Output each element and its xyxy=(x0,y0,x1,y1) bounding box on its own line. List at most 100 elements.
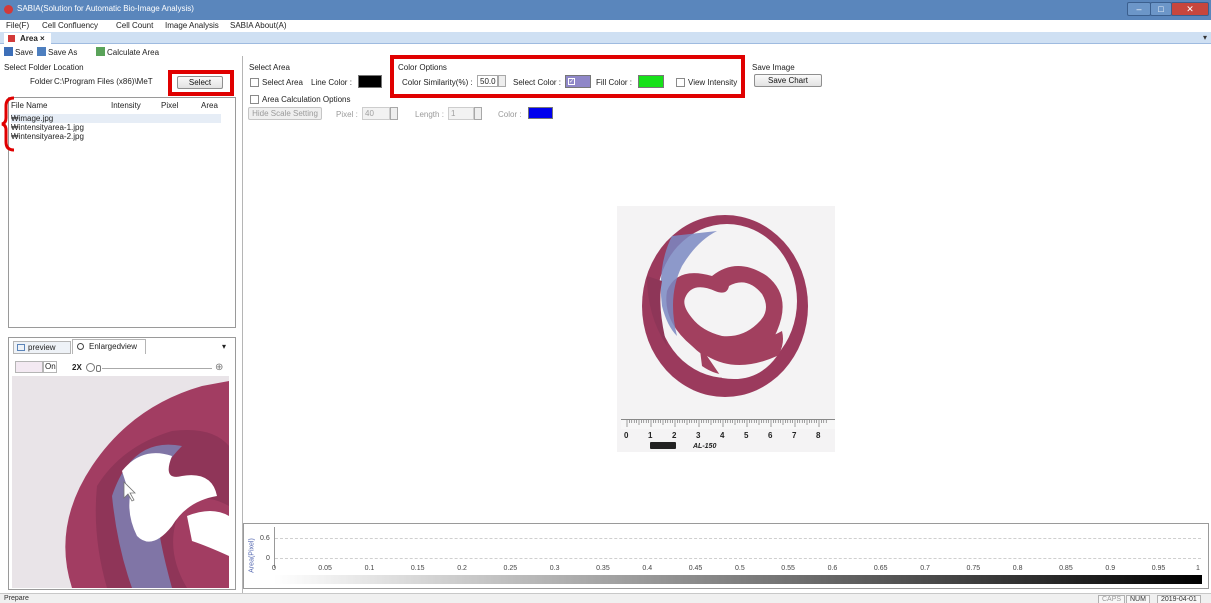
ruler-number: 0 xyxy=(624,431,629,440)
area-calculation-checkbox[interactable] xyxy=(250,95,259,104)
enlarged-view-image[interactable] xyxy=(12,376,229,588)
preview-icon xyxy=(17,344,25,351)
chart-x-tick: 0.1 xyxy=(364,565,375,572)
view-intensity-label: View Intensity xyxy=(688,78,738,87)
calculate-area-button[interactable]: Calculate Area xyxy=(96,47,159,57)
menu-bar: File(F) Cell Confluency Cell Count Image… xyxy=(0,20,1211,32)
analysis-image[interactable]: 0 1 2 3 4 5 6 7 8 AL-150 xyxy=(617,206,835,452)
color-similarity-spinner[interactable] xyxy=(498,75,506,87)
menu-image-analysis[interactable]: Image Analysis xyxy=(165,21,219,30)
list-item[interactable]: ₩intensityarea-2.jpg xyxy=(11,132,84,141)
save-label: Save xyxy=(15,48,34,57)
col-file-name[interactable]: File Name xyxy=(11,101,47,110)
num-indicator: NUM xyxy=(1126,595,1150,603)
length-input[interactable]: 1 xyxy=(448,107,474,120)
status-text: Prepare xyxy=(4,595,29,602)
intensity-area-chart: Area(Pixel) 0.6 0 0 0.05 0.1 0.15 0.2 0.25 0.3… xyxy=(243,523,1209,589)
chart-gridline xyxy=(275,538,1201,539)
preview-dropdown-icon[interactable]: ▾ xyxy=(222,342,226,351)
view-intensity-checkbox[interactable] xyxy=(676,78,685,87)
file-list-brace xyxy=(1,96,15,152)
ruler-number: 5 xyxy=(744,431,749,440)
chart-x-tick: 0.25 xyxy=(503,565,518,572)
tab-preview[interactable]: preview xyxy=(13,341,71,354)
area-calculation-label: Area Calculation Options xyxy=(262,95,351,104)
chart-x-tick: 0.75 xyxy=(966,565,981,572)
enlarged-tissue-image xyxy=(12,376,229,588)
list-item[interactable]: ₩image.jpg xyxy=(11,114,221,123)
chart-x-axis: 0 0.05 0.1 0.15 0.2 0.25 0.3 0.35 0.4 0.45 0.5 0.55… xyxy=(272,565,1200,574)
col-intensity[interactable]: Intensity xyxy=(111,101,141,110)
col-area[interactable]: Area xyxy=(201,101,218,110)
line-color-label: Line Color : xyxy=(311,78,352,87)
ruler-number: 6 xyxy=(768,431,773,440)
toggle-swatch[interactable] xyxy=(15,361,43,373)
chart-x-tick: 0.55 xyxy=(781,565,795,572)
app-icon xyxy=(4,5,13,14)
save-image-section-label: Save Image xyxy=(752,63,795,72)
chart-x-tick: 0.85 xyxy=(1059,565,1073,572)
chart-x-tick: 0.65 xyxy=(873,565,888,572)
fill-color-label: Fill Color : xyxy=(596,78,633,87)
select-area-checkbox[interactable] xyxy=(250,78,259,87)
pixel-spinner[interactable] xyxy=(390,107,398,120)
hide-scale-setting-button[interactable]: Hide Scale Setting xyxy=(248,107,322,120)
status-bar: Prepare CAPS NUM 2019-04-01 xyxy=(0,593,1211,603)
tab-area[interactable]: Area × xyxy=(4,33,51,44)
chart-y-axis-label: Area(Pixel) xyxy=(248,538,256,573)
pixel-label: Pixel : xyxy=(336,110,358,119)
chart-x-tick: 0.6 xyxy=(827,565,838,572)
zoom-plus-icon[interactable]: ⊕ xyxy=(215,362,223,373)
col-pixel[interactable]: Pixel xyxy=(161,101,178,110)
ruler-logo xyxy=(650,442,676,449)
pixel-input[interactable]: 40 xyxy=(362,107,390,120)
ruler-brand-label: AL-150 xyxy=(693,443,717,450)
line-color-swatch[interactable] xyxy=(358,75,382,88)
select-folder-button[interactable]: Select xyxy=(177,76,223,89)
chart-x-tick: 0.3 xyxy=(549,565,560,572)
chart-intensity-gradient xyxy=(274,575,1202,584)
select-color-swatch[interactable]: ✓ xyxy=(565,75,591,88)
select-area-section-label: Select Area xyxy=(249,63,290,72)
tab-area-label: Area xyxy=(20,34,38,43)
zoom-minus-icon[interactable] xyxy=(86,363,95,372)
list-item[interactable]: ₩intensityarea-1.jpg xyxy=(11,123,84,132)
calculator-icon xyxy=(96,47,105,56)
scale-color-label: Color : xyxy=(498,110,522,119)
save-as-label: Save As xyxy=(48,48,78,57)
zoom-slider-thumb[interactable] xyxy=(96,365,101,372)
chart-x-tick: 0.05 xyxy=(318,565,332,572)
title-bar: SABIA(Solution for Automatic Bio-Image A… xyxy=(0,0,1211,20)
color-similarity-input[interactable]: 50.0 xyxy=(477,75,498,87)
scale-color-swatch[interactable] xyxy=(528,107,553,119)
menu-about[interactable]: SABIA About(A) xyxy=(230,21,286,30)
save-as-button[interactable]: Save As xyxy=(37,47,77,57)
length-spinner[interactable] xyxy=(474,107,482,120)
zoom-label: 2X xyxy=(72,363,82,372)
caps-indicator: CAPS xyxy=(1098,595,1126,603)
fill-color-swatch[interactable] xyxy=(638,75,664,88)
minimize-button[interactable]: – xyxy=(1127,2,1151,16)
save-button[interactable]: Save xyxy=(4,47,33,57)
chart-x-tick: 0.35 xyxy=(596,565,610,572)
calculate-area-label: Calculate Area xyxy=(107,48,160,57)
toggle-on-button[interactable]: On xyxy=(43,361,57,373)
menu-cell-count[interactable]: Cell Count xyxy=(116,21,153,30)
tab-close-icon[interactable]: × xyxy=(40,34,45,43)
chart-y-label-wrap: Area(Pixel) xyxy=(247,532,256,580)
date-indicator: 2019-04-01 xyxy=(1157,595,1201,603)
maximize-button[interactable]: □ xyxy=(1150,2,1172,16)
zoom-slider-track[interactable] xyxy=(102,368,212,369)
magnifier-icon xyxy=(77,343,84,350)
tab-strip xyxy=(0,32,1211,44)
menu-cell-confluency[interactable]: Cell Confluency xyxy=(42,21,98,30)
close-button[interactable]: ✕ xyxy=(1171,2,1209,16)
tab-enlargedview[interactable]: Enlargedview xyxy=(72,339,146,354)
chart-x-tick: 0.95 xyxy=(1151,565,1166,572)
folder-path-field[interactable]: C:\Program Files (x86)\MeT xyxy=(54,77,174,86)
tab-enlargedview-label: Enlargedview xyxy=(89,342,138,351)
chart-y-tick: 0.6 xyxy=(260,535,270,542)
tab-overflow-icon[interactable]: ▾ xyxy=(1203,33,1207,42)
menu-file[interactable]: File(F) xyxy=(6,21,29,30)
save-chart-button[interactable]: Save Chart xyxy=(754,74,822,87)
